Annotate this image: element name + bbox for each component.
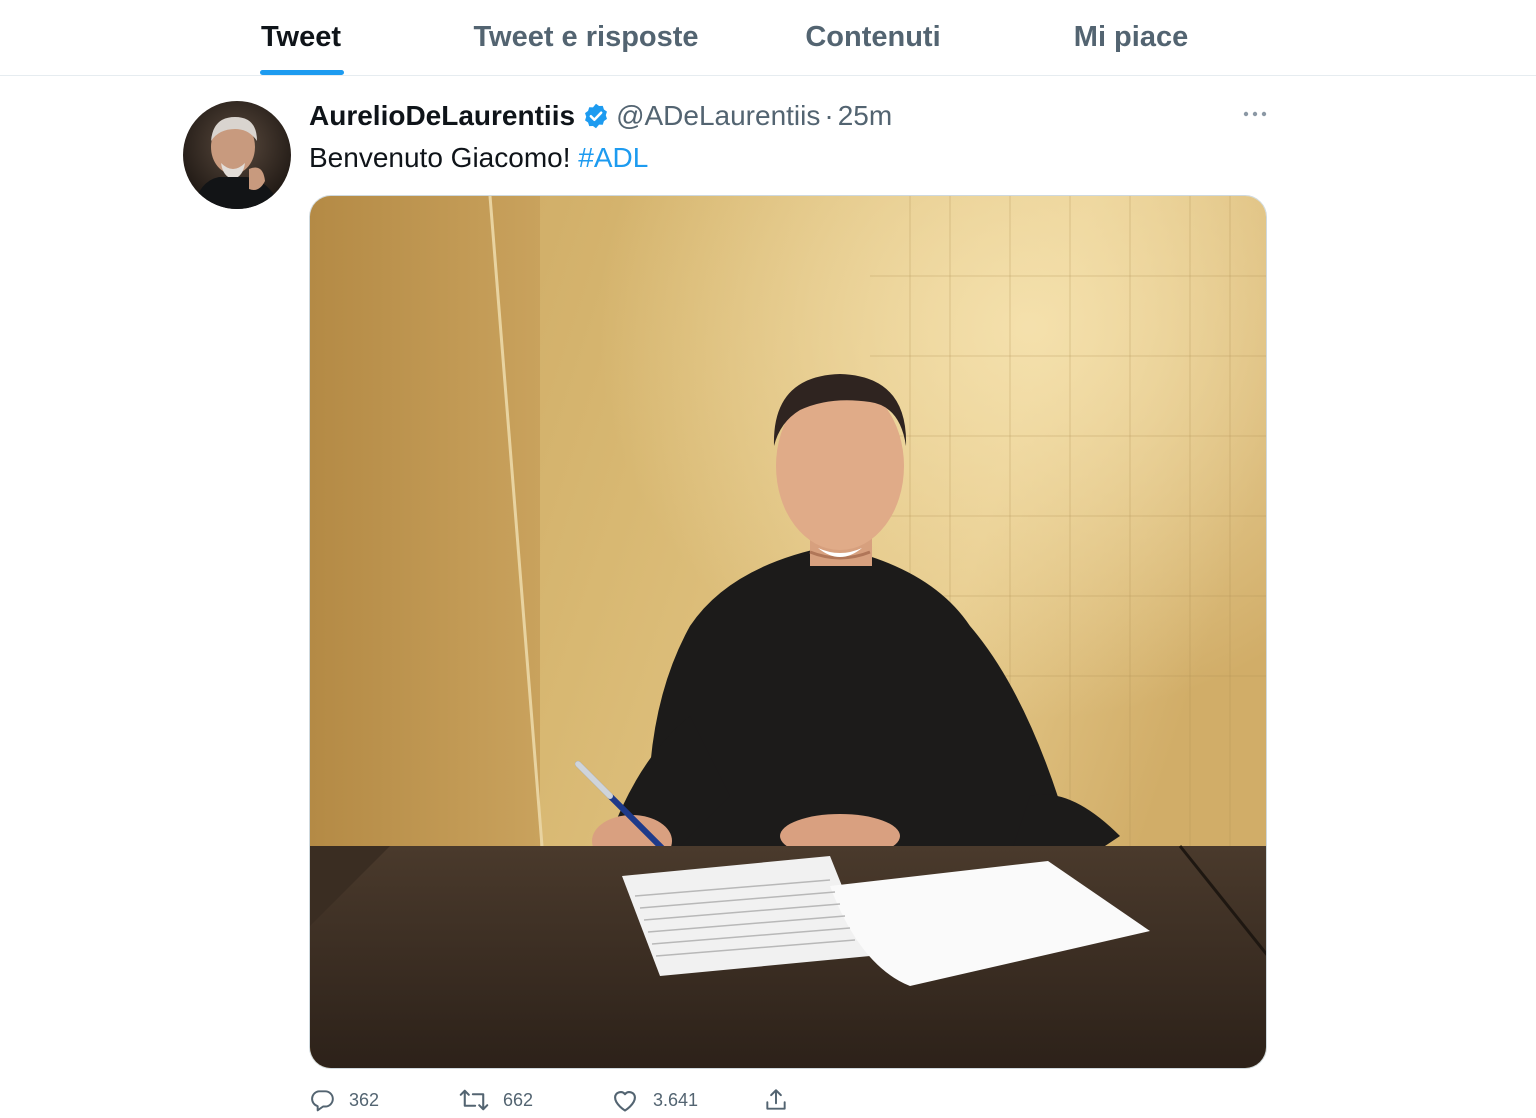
avatar[interactable] (183, 101, 291, 209)
reply-icon (311, 1090, 334, 1112)
tab-mi-piace[interactable]: Mi piace (1054, 0, 1208, 75)
verified-badge-icon (582, 102, 610, 130)
like-count: 3.641 (653, 1089, 699, 1110)
retweet-count: 662 (503, 1089, 534, 1110)
tab-mi-piace-label: Mi piace (1073, 21, 1189, 53)
profile-tabs: Tweet Tweet e risposte Contenuti Mi piac… (0, 0, 1536, 76)
heart-icon (614, 1091, 636, 1112)
tweet-actions: 362 662 3.641 (309, 1082, 829, 1118)
share-icon (766, 1089, 786, 1110)
tab-tweet[interactable]: Tweet (240, 0, 362, 75)
more-dots-icon[interactable] (1240, 100, 1270, 128)
like-button[interactable]: 3.641 (611, 1082, 698, 1118)
tweet-photo[interactable] (309, 195, 1267, 1069)
tab-tweet-e-risposte-label: Tweet e risposte (473, 21, 699, 53)
reply-count: 362 (349, 1089, 380, 1110)
tab-contenuti-label: Contenuti (805, 21, 941, 53)
tweet-photo-image (310, 196, 1266, 1068)
share-button[interactable] (763, 1082, 803, 1118)
reply-button[interactable]: 362 (309, 1082, 379, 1118)
hashtag-link[interactable]: #ADL (578, 142, 648, 173)
tweet-body: Benvenuto Giacomo! (309, 142, 579, 173)
active-tab-indicator (260, 70, 344, 75)
user-handle[interactable]: @ADeLaurentiis (616, 100, 820, 132)
display-name[interactable]: AurelioDeLaurentiis (309, 100, 575, 132)
tweet-timestamp[interactable]: 25m (838, 100, 892, 132)
tweet-header: AurelioDeLaurentiis @ADeLaurentiis · 25m (309, 96, 892, 136)
tweet-text: Benvenuto Giacomo! #ADL (309, 138, 648, 178)
retweet-icon (459, 1089, 489, 1111)
tab-contenuti[interactable]: Contenuti (786, 0, 960, 75)
header-separator: · (824, 100, 834, 131)
retweet-button[interactable]: 662 (459, 1082, 533, 1118)
tab-tweet-label: Tweet (260, 21, 342, 53)
tab-tweet-e-risposte[interactable]: Tweet e risposte (452, 0, 720, 75)
